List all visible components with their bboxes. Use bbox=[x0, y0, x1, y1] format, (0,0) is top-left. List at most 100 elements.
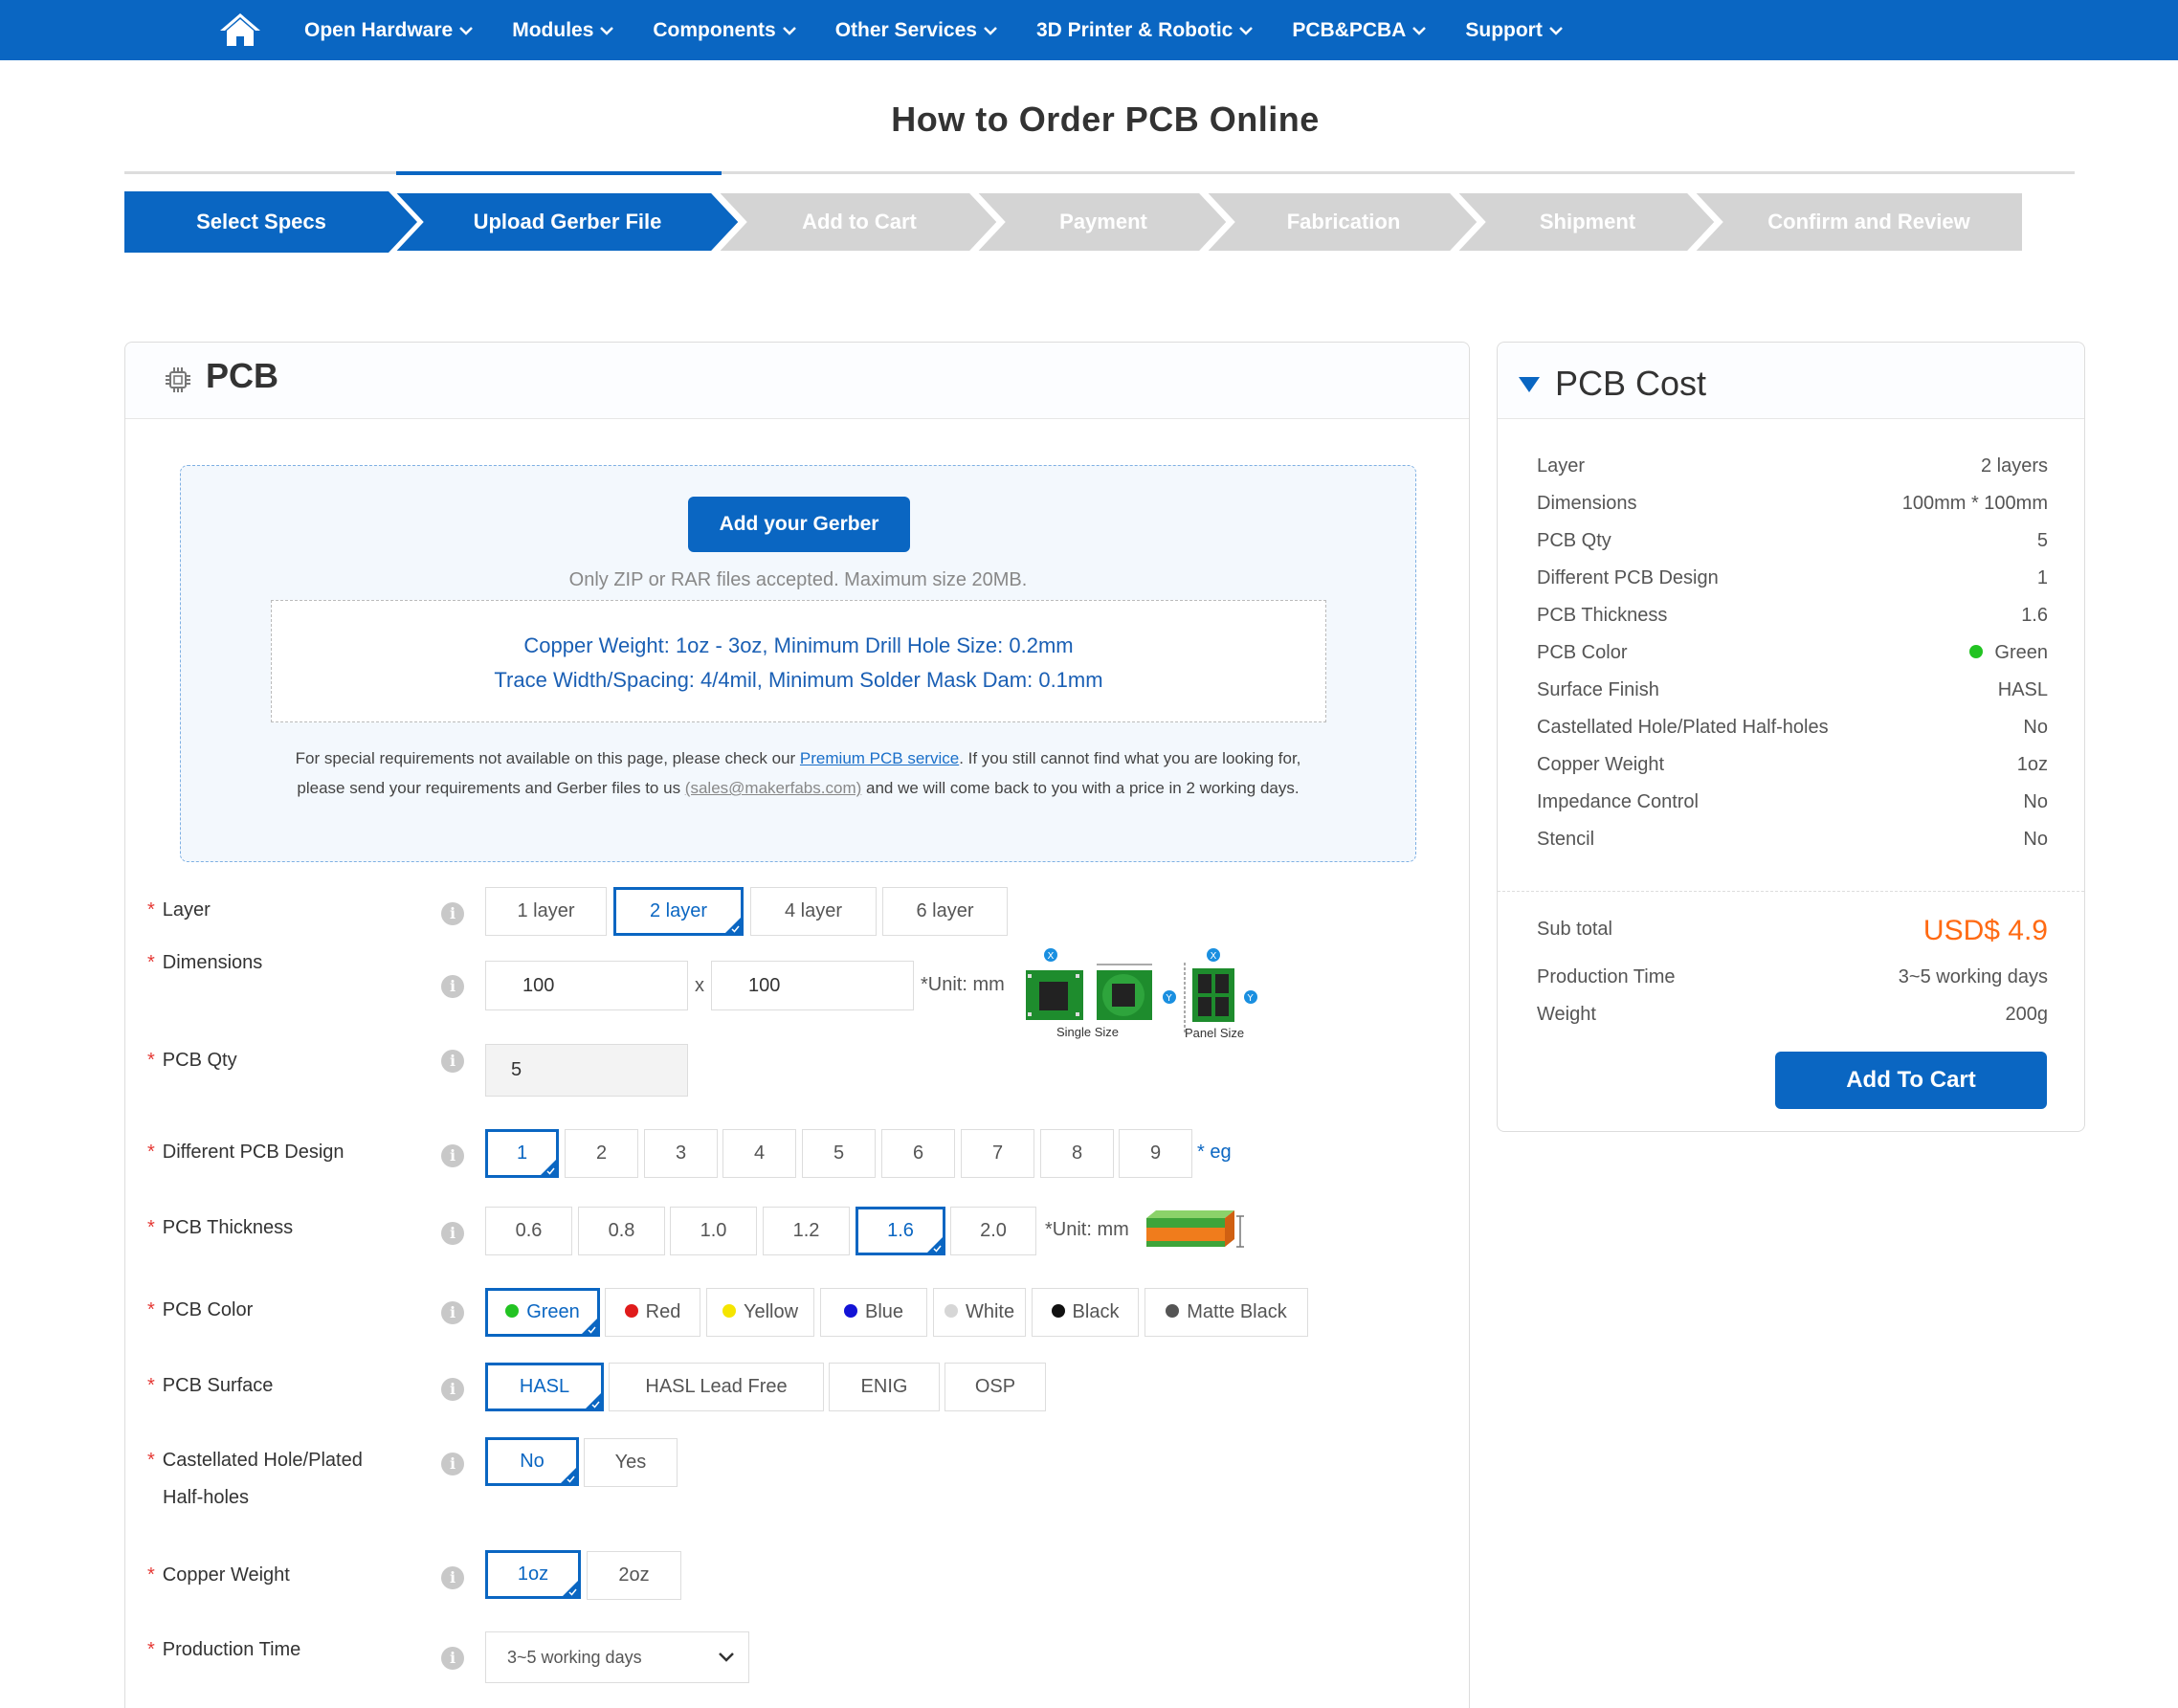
color-option-yellow[interactable]: Yellow bbox=[706, 1288, 814, 1337]
nav-item-components[interactable]: Components bbox=[653, 19, 796, 42]
surface-option-hasl-lead-free[interactable]: HASL Lead Free bbox=[609, 1363, 824, 1411]
color-info-icon[interactable]: i bbox=[441, 1301, 464, 1324]
design-option-5[interactable]: 5 bbox=[802, 1129, 876, 1178]
cost-production-value: 3~5 working days bbox=[1898, 966, 2048, 987]
chip-icon bbox=[166, 367, 190, 392]
spec-line-copper: Copper Weight: 1oz - 3oz, Minimum Drill … bbox=[523, 633, 1074, 657]
step-select-specs[interactable]: Select Specs bbox=[124, 191, 398, 253]
color-swatch-icon bbox=[1166, 1304, 1180, 1318]
production-info-icon[interactable]: i bbox=[441, 1647, 464, 1670]
color-option-green[interactable]: Green bbox=[485, 1288, 600, 1337]
thickness-option-0-8[interactable]: 0.8 bbox=[578, 1207, 665, 1255]
color-option-blue[interactable]: Blue bbox=[820, 1288, 927, 1337]
special-text-post: and we will come back to you with a pric… bbox=[861, 779, 1300, 797]
add-gerber-button[interactable]: Add your Gerber bbox=[688, 497, 910, 552]
nav-item-open-hardware[interactable]: Open Hardware bbox=[304, 19, 474, 42]
thickness-option-2-0[interactable]: 2.0 bbox=[950, 1207, 1036, 1255]
layer-option-6[interactable]: 6 layer bbox=[882, 887, 1008, 936]
nav-menu: Open Hardware Modules Components Other Serv… bbox=[304, 0, 1602, 60]
design-option-4[interactable]: 4 bbox=[722, 1129, 796, 1178]
dimension-y-input[interactable]: 100 bbox=[711, 961, 914, 1010]
cost-panel-header[interactable]: PCB Cost bbox=[1498, 343, 2084, 419]
cost-row-label: Layer bbox=[1537, 455, 1586, 477]
svg-text:Y: Y bbox=[1166, 993, 1173, 1004]
design-option-2[interactable]: 2 bbox=[565, 1129, 638, 1178]
design-option-7[interactable]: 7 bbox=[961, 1129, 1034, 1178]
design-option-6[interactable]: 6 bbox=[881, 1129, 955, 1178]
layer-option-4[interactable]: 4 layer bbox=[750, 887, 877, 936]
design-option-9[interactable]: 9 bbox=[1119, 1129, 1192, 1178]
cost-panel-title: PCB Cost bbox=[1555, 364, 1707, 403]
cost-row-value: HASL bbox=[1997, 679, 2048, 700]
nav-item-pcb-pcba[interactable]: PCB&PCBA bbox=[1292, 19, 1427, 42]
surface-option-enig[interactable]: ENIG bbox=[829, 1363, 940, 1411]
collapse-triangle-icon[interactable] bbox=[1519, 377, 1540, 392]
dimension-x-input[interactable]: 100 bbox=[485, 961, 688, 1010]
nav-item-support[interactable]: Support bbox=[1465, 19, 1563, 42]
layer-option-1[interactable]: 1 layer bbox=[485, 887, 607, 936]
color-option-matte-black[interactable]: Matte Black bbox=[1145, 1288, 1308, 1337]
cost-row-value: 1oz bbox=[2016, 754, 2048, 775]
qty-input[interactable]: 5 bbox=[485, 1044, 688, 1097]
copper-option-1oz[interactable]: 1oz bbox=[485, 1550, 581, 1599]
surface-info-icon[interactable]: i bbox=[441, 1378, 464, 1401]
castellated-option-yes[interactable]: Yes bbox=[584, 1438, 678, 1487]
add-to-cart-button[interactable]: Add To Cart bbox=[1775, 1052, 2047, 1109]
board-thickness-icon bbox=[1146, 1210, 1244, 1248]
castellated-label-line2: Half-holes bbox=[163, 1487, 250, 1508]
cost-row-value: No bbox=[2023, 717, 2048, 738]
design-option-8[interactable]: 8 bbox=[1040, 1129, 1114, 1178]
nav-item-other-services[interactable]: Other Services bbox=[835, 19, 997, 42]
surface-option-osp[interactable]: OSP bbox=[945, 1363, 1046, 1411]
production-time-select[interactable]: 3~5 working days bbox=[485, 1631, 749, 1683]
svg-text:Y: Y bbox=[1247, 993, 1255, 1004]
layer-info-icon[interactable]: i bbox=[441, 902, 464, 925]
special-requirements-text: For special requirements not available o… bbox=[272, 743, 1324, 803]
option-label: 2 bbox=[595, 1142, 608, 1164]
chevron-down-icon bbox=[984, 26, 997, 35]
color-option-white[interactable]: White bbox=[933, 1288, 1026, 1337]
panel-size-caption: Panel Size bbox=[1185, 1026, 1245, 1040]
thickness-option-1-6[interactable]: 1.6 bbox=[856, 1207, 945, 1255]
option-label: 4 bbox=[753, 1142, 766, 1164]
qty-info-icon[interactable]: i bbox=[441, 1050, 464, 1073]
nav-item-modules[interactable]: Modules bbox=[512, 18, 614, 42]
color-option-red[interactable]: Red bbox=[605, 1288, 700, 1337]
thickness-option-0-6[interactable]: 0.6 bbox=[485, 1207, 572, 1255]
option-label: White bbox=[965, 1301, 1015, 1322]
thickness-info-icon[interactable]: i bbox=[441, 1222, 464, 1245]
layer-option-2[interactable]: 2 layer bbox=[613, 887, 744, 936]
subtotal-label: Sub total bbox=[1537, 919, 1612, 940]
nav-item-label: Other Services bbox=[834, 18, 977, 41]
copper-info-icon[interactable]: i bbox=[441, 1566, 464, 1589]
dimensions-label: * Dimensions bbox=[147, 952, 263, 973]
design-option-1[interactable]: 1 bbox=[485, 1129, 559, 1178]
castellated-option-no[interactable]: No bbox=[485, 1437, 579, 1486]
design-eg-link[interactable]: * eg bbox=[1197, 1142, 1232, 1164]
cost-row-label: Different PCB Design bbox=[1537, 567, 1719, 588]
thickness-option-1-2[interactable]: 1.2 bbox=[763, 1207, 850, 1255]
nav-item-label: Modules bbox=[512, 18, 594, 41]
sales-email-link[interactable]: (sales@makerfabs.com) bbox=[685, 779, 861, 797]
step-upload-gerber[interactable]: Upload Gerber File bbox=[411, 191, 723, 253]
home-icon[interactable] bbox=[218, 11, 262, 48]
premium-pcb-link[interactable]: Premium PCB service bbox=[800, 749, 959, 767]
surface-option-hasl[interactable]: HASL bbox=[485, 1363, 604, 1411]
cost-row-value: 1 bbox=[2036, 567, 2048, 588]
cost-row-value: 1.6 bbox=[2021, 605, 2048, 626]
design-info-icon[interactable]: i bbox=[441, 1144, 464, 1167]
option-label: 0.8 bbox=[608, 1220, 635, 1241]
dimensions-info-icon[interactable]: i bbox=[441, 975, 464, 998]
single-size-caption: Single Size bbox=[1056, 1025, 1120, 1039]
copper-option-2oz[interactable]: 2oz bbox=[587, 1551, 681, 1600]
cost-row-value: 5 bbox=[2036, 530, 2048, 551]
castellated-info-icon[interactable]: i bbox=[441, 1453, 464, 1475]
nav-item-3d-printer-robotic[interactable]: 3D Printer & Robotic bbox=[1036, 19, 1254, 42]
color-option-black[interactable]: Black bbox=[1032, 1288, 1139, 1337]
gerber-upload-area[interactable]: Add your Gerber Only ZIP or RAR files ac… bbox=[180, 465, 1416, 862]
cost-row-label: PCB Thickness bbox=[1537, 605, 1668, 626]
design-option-3[interactable]: 3 bbox=[644, 1129, 718, 1178]
svg-text:X: X bbox=[1211, 951, 1217, 962]
option-label: 9 bbox=[1149, 1142, 1162, 1164]
thickness-option-1-0[interactable]: 1.0 bbox=[670, 1207, 757, 1255]
